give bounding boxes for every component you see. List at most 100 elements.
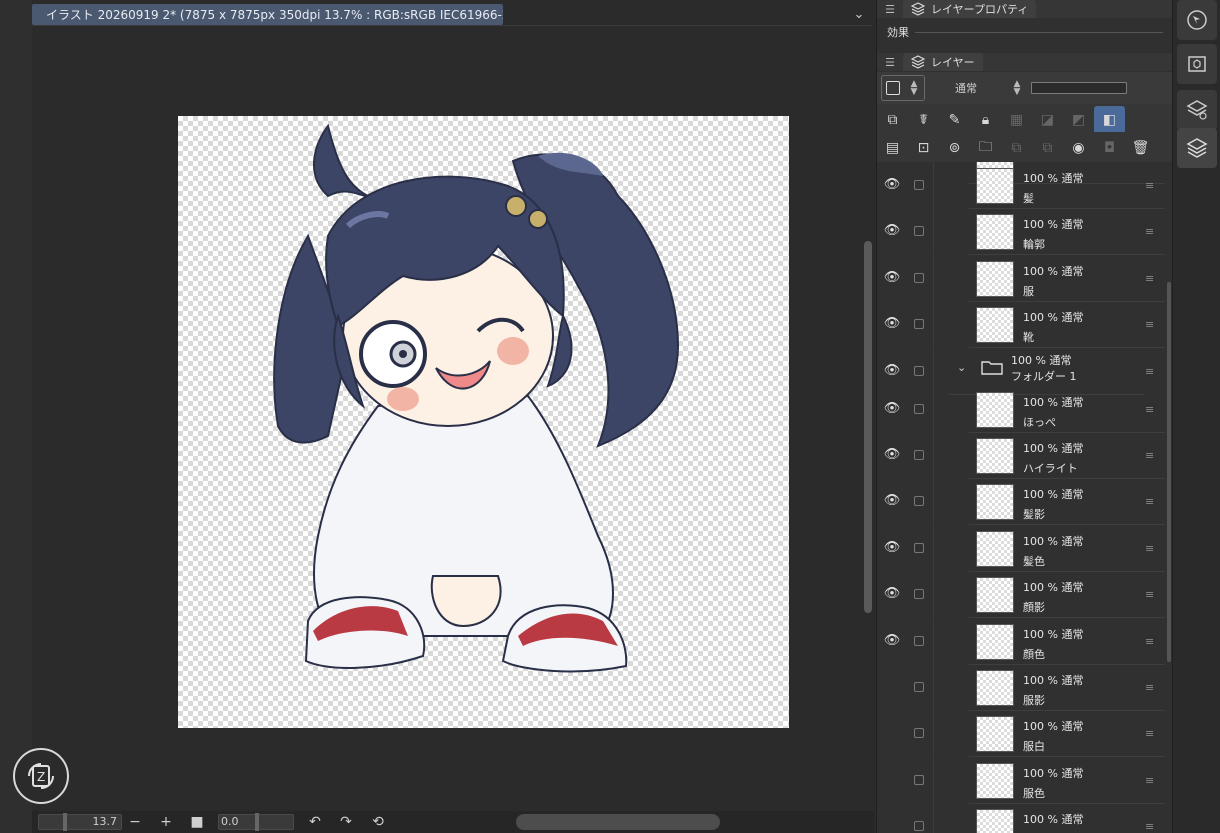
layer-row[interactable]: 👁︎ 100 % 通常 髪色 ≡ <box>877 525 1165 572</box>
layer-select-checkbox[interactable] <box>914 682 924 692</box>
create-mask-icon[interactable]: ◉ <box>1063 134 1094 162</box>
layer-tab[interactable]: レイヤー <box>903 53 983 71</box>
rotate-canvas-button[interactable]: Z <box>13 748 69 804</box>
layer-select-checkbox[interactable] <box>914 180 924 190</box>
combine-down-icon[interactable]: ⧉ <box>1032 134 1063 162</box>
sub-view-dock-button[interactable] <box>1177 44 1217 84</box>
drag-handle-icon[interactable]: ≡ <box>1145 365 1154 378</box>
layer-row[interactable]: 👁︎ 100 % 通常 ほっぺ ≡ <box>877 386 1165 433</box>
rotation-slider-knob[interactable] <box>255 813 259 831</box>
drag-handle-icon[interactable]: ≡ <box>1145 820 1154 833</box>
drag-handle-icon[interactable]: ≡ <box>1145 495 1154 508</box>
new-vector-layer-icon[interactable]: ⊚ <box>939 134 970 162</box>
eye-icon[interactable]: 👁︎ <box>883 447 901 465</box>
eye-icon[interactable]: 👁︎ <box>883 493 901 511</box>
lock-icon[interactable]: 🔒︎ <box>970 106 1001 134</box>
drag-handle-icon[interactable]: ≡ <box>1145 179 1154 192</box>
layer-select-checkbox[interactable] <box>914 365 924 376</box>
layer-color-active-icon[interactable]: ◧ <box>1094 106 1125 134</box>
layer-list-scroll-thumb[interactable] <box>1167 282 1171 662</box>
layer-list[interactable]: 👁︎ 100 % 通常髪 ≡ 👁︎ 100 % 通常 輪郭 ≡ 👁︎ 100 % 通常服 ≡ 👁︎ 1… <box>877 162 1165 833</box>
rotate-left-icon[interactable]: ↶ <box>306 813 324 831</box>
zoom-field[interactable]: 13.7 <box>38 813 122 831</box>
reference-layer-icon[interactable]: ☤ <box>908 106 939 134</box>
layer-row[interactable]: 100 % 通常 服白 ≡ <box>877 711 1165 758</box>
layer-select-checkbox[interactable] <box>914 496 924 507</box>
layer-select-checkbox[interactable] <box>914 774 924 785</box>
eye-icon[interactable]: 👁︎ <box>883 223 901 241</box>
drag-handle-icon[interactable]: ≡ <box>1145 318 1154 331</box>
layer-panel-menu-icon[interactable]: ☰ <box>877 56 903 69</box>
layer-select-checkbox[interactable] <box>914 542 924 553</box>
eye-icon[interactable]: 👁︎ <box>883 270 901 288</box>
drag-handle-icon[interactable]: ≡ <box>1145 727 1154 740</box>
transfer-down-icon[interactable]: ⧉ <box>1001 134 1032 162</box>
layer-select-checkbox[interactable] <box>914 450 924 460</box>
drag-handle-icon[interactable]: ≡ <box>1145 681 1154 694</box>
mask-enable-icon[interactable]: ◪ <box>1032 106 1063 134</box>
ruler-enable-icon[interactable]: ◩ <box>1063 106 1094 134</box>
layer-list-view-icon[interactable]: ▤ <box>877 134 908 162</box>
artboard[interactable] <box>178 116 789 728</box>
layer-property-tab[interactable]: レイヤープロパティ <box>903 0 1037 18</box>
drag-handle-icon[interactable]: ≡ <box>1145 588 1154 601</box>
layer-select-checkbox[interactable] <box>914 403 924 414</box>
layer-row[interactable]: 👁︎ 100 % 通常 ハイライト ≡ <box>877 433 1165 479</box>
clip-layer-icon[interactable]: ⧉ <box>877 106 908 134</box>
drag-handle-icon[interactable]: ≡ <box>1145 542 1154 555</box>
rotate-right-icon[interactable]: ↷ <box>337 813 355 831</box>
layer-property-dock-button[interactable] <box>1177 90 1217 130</box>
delete-layer-icon[interactable]: 🗑︎ <box>1125 134 1156 162</box>
document-tab[interactable]: イラスト 20260919 2* (7875 x 7875px 350dpi 1… <box>32 4 503 25</box>
eye-icon[interactable]: 👁︎ <box>883 586 901 604</box>
layer-row[interactable]: 👁︎ 100 % 通常服 ≡ <box>877 255 1165 302</box>
drag-handle-icon[interactable]: ≡ <box>1145 272 1154 285</box>
layer-color-selector[interactable]: ▲ ▼ <box>881 75 925 101</box>
apply-mask-icon[interactable]: ◘ <box>1094 134 1125 162</box>
canvas-horizontal-scroll-thumb[interactable] <box>516 814 720 830</box>
canvas-vertical-scroll-thumb[interactable] <box>864 241 872 613</box>
folder-collapse-chevron-icon[interactable]: ⌄ <box>957 361 966 374</box>
layer-row[interactable]: 👁︎ 100 % 通常靴 ≡ <box>877 302 1165 349</box>
layer-select-checkbox[interactable] <box>914 821 924 832</box>
drag-handle-icon[interactable]: ≡ <box>1145 635 1154 648</box>
eye-icon[interactable]: 👁︎ <box>883 316 901 334</box>
zoom-in-button[interactable]: + <box>157 813 175 831</box>
canvas-vertical-scrollbar[interactable] <box>862 26 874 811</box>
eye-icon[interactable]: 👁︎ <box>883 540 901 558</box>
blend-mode-select[interactable]: 通常 <box>955 80 1011 96</box>
draft-layer-icon[interactable]: ✎ <box>939 106 970 134</box>
layer-select-checkbox[interactable] <box>914 272 924 283</box>
reset-rotation-icon[interactable]: ⟲ <box>369 813 387 831</box>
rotation-angle-field[interactable]: 0.0 <box>218 813 294 831</box>
eye-icon[interactable]: 👁︎ <box>883 401 901 419</box>
panel-menu-icon[interactable]: ☰ <box>877 3 903 16</box>
navigator-dock-button[interactable] <box>1177 0 1217 40</box>
drag-handle-icon[interactable]: ≡ <box>1145 225 1154 238</box>
eye-icon[interactable]: 👁︎ <box>883 633 901 651</box>
layer-row[interactable]: 👁︎ 100 % 通常 顔色 ≡ <box>877 618 1165 665</box>
drag-handle-icon[interactable]: ≡ <box>1145 403 1154 416</box>
opacity-slider[interactable] <box>1031 82 1127 94</box>
new-folder-icon[interactable]: 🗀︎ <box>970 134 1001 162</box>
zoom-slider-knob[interactable] <box>63 813 67 831</box>
tab-list-chevron-icon[interactable]: ⌄ <box>850 6 868 24</box>
layer-row[interactable]: 100 % 通常 服色 ≡ <box>877 757 1165 804</box>
fit-button[interactable]: ■ <box>188 813 206 831</box>
new-raster-layer-icon[interactable]: ⊡ <box>908 134 939 162</box>
layer-row[interactable]: 👁︎ 100 % 通常 輪郭 ≡ <box>877 209 1165 256</box>
layer-dock-button[interactable] <box>1177 128 1217 168</box>
eye-icon[interactable]: 👁︎ <box>883 177 901 195</box>
layer-row[interactable]: 👁︎ 100 % 通常 髪影 ≡ <box>877 479 1165 526</box>
lock-transparency-icon[interactable]: ▦ <box>1001 106 1032 134</box>
layer-row[interactable]: 100 % 通常 服影 ≡ <box>877 665 1165 711</box>
eye-icon[interactable]: 👁︎ <box>883 363 901 381</box>
drag-handle-icon[interactable]: ≡ <box>1145 774 1154 787</box>
layer-select-checkbox[interactable] <box>914 635 924 646</box>
layer-select-checkbox[interactable] <box>914 319 924 330</box>
layer-row[interactable]: 👁︎ 100 % 通常髪 ≡ <box>877 163 1165 209</box>
layer-row[interactable]: 👁︎ 100 % 通常 顔影 ≡ <box>877 572 1165 619</box>
layer-select-checkbox[interactable] <box>914 589 924 600</box>
layer-select-checkbox[interactable] <box>914 728 924 739</box>
drag-handle-icon[interactable]: ≡ <box>1145 449 1154 462</box>
